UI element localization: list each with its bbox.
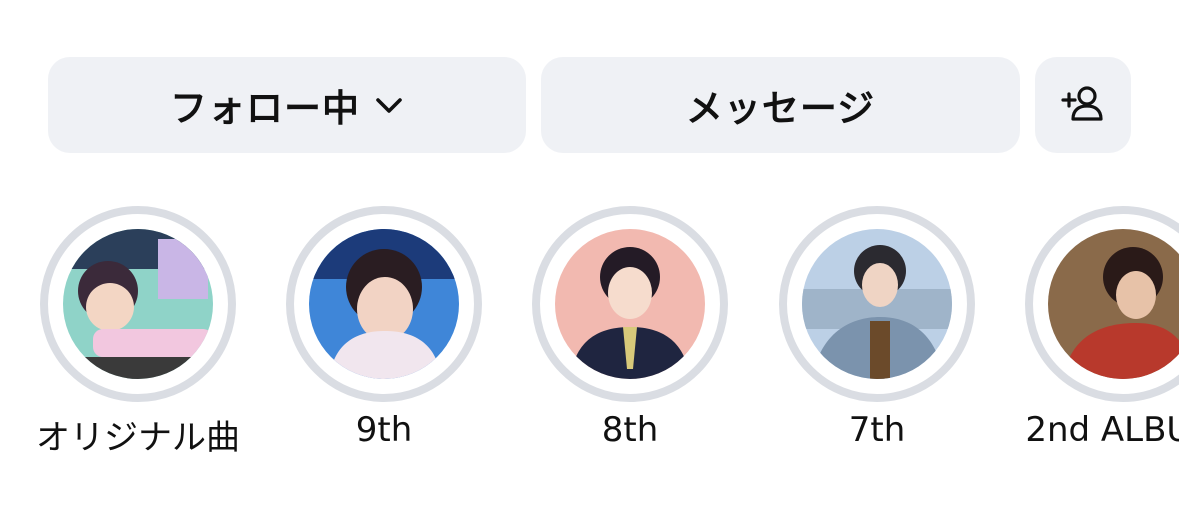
story-highlight[interactable]: 2nd ALBUM xyxy=(1025,206,1179,450)
highlight-cover-image xyxy=(63,229,213,379)
highlight-label: 9th xyxy=(355,410,413,450)
story-highlight[interactable]: オリジナル曲 xyxy=(36,206,240,459)
profile-actions-area: フォロー中 メッセージ オリジナル曲 9th 8th 7th 2nd ALBU xyxy=(0,0,1179,522)
highlight-cover-image xyxy=(309,229,459,379)
highlight-cover-image xyxy=(802,229,952,379)
highlight-label: オリジナル曲 xyxy=(36,418,240,458)
message-button-label: メッセージ xyxy=(685,87,876,130)
highlight-ring xyxy=(40,206,236,402)
story-highlight[interactable]: 8th xyxy=(532,206,728,450)
highlight-ring xyxy=(532,206,728,402)
message-button[interactable]: メッセージ xyxy=(541,57,1020,153)
following-button[interactable]: フォロー中 xyxy=(48,57,526,153)
add-person-icon xyxy=(1060,83,1106,127)
highlight-label: 8th xyxy=(601,410,659,450)
highlight-ring xyxy=(779,206,975,402)
story-highlight[interactable]: 7th xyxy=(779,206,975,450)
highlight-label: 2nd ALBUM xyxy=(1025,410,1179,450)
highlight-cover-image xyxy=(555,229,705,379)
highlight-ring xyxy=(1025,206,1179,402)
add-person-button[interactable] xyxy=(1035,57,1131,153)
highlight-ring xyxy=(286,206,482,402)
highlight-cover-image xyxy=(1048,229,1179,379)
story-highlight[interactable]: 9th xyxy=(286,206,482,450)
following-button-label: フォロー中 xyxy=(170,87,360,130)
highlight-label: 7th xyxy=(848,410,906,450)
chevron-down-icon xyxy=(374,94,404,116)
